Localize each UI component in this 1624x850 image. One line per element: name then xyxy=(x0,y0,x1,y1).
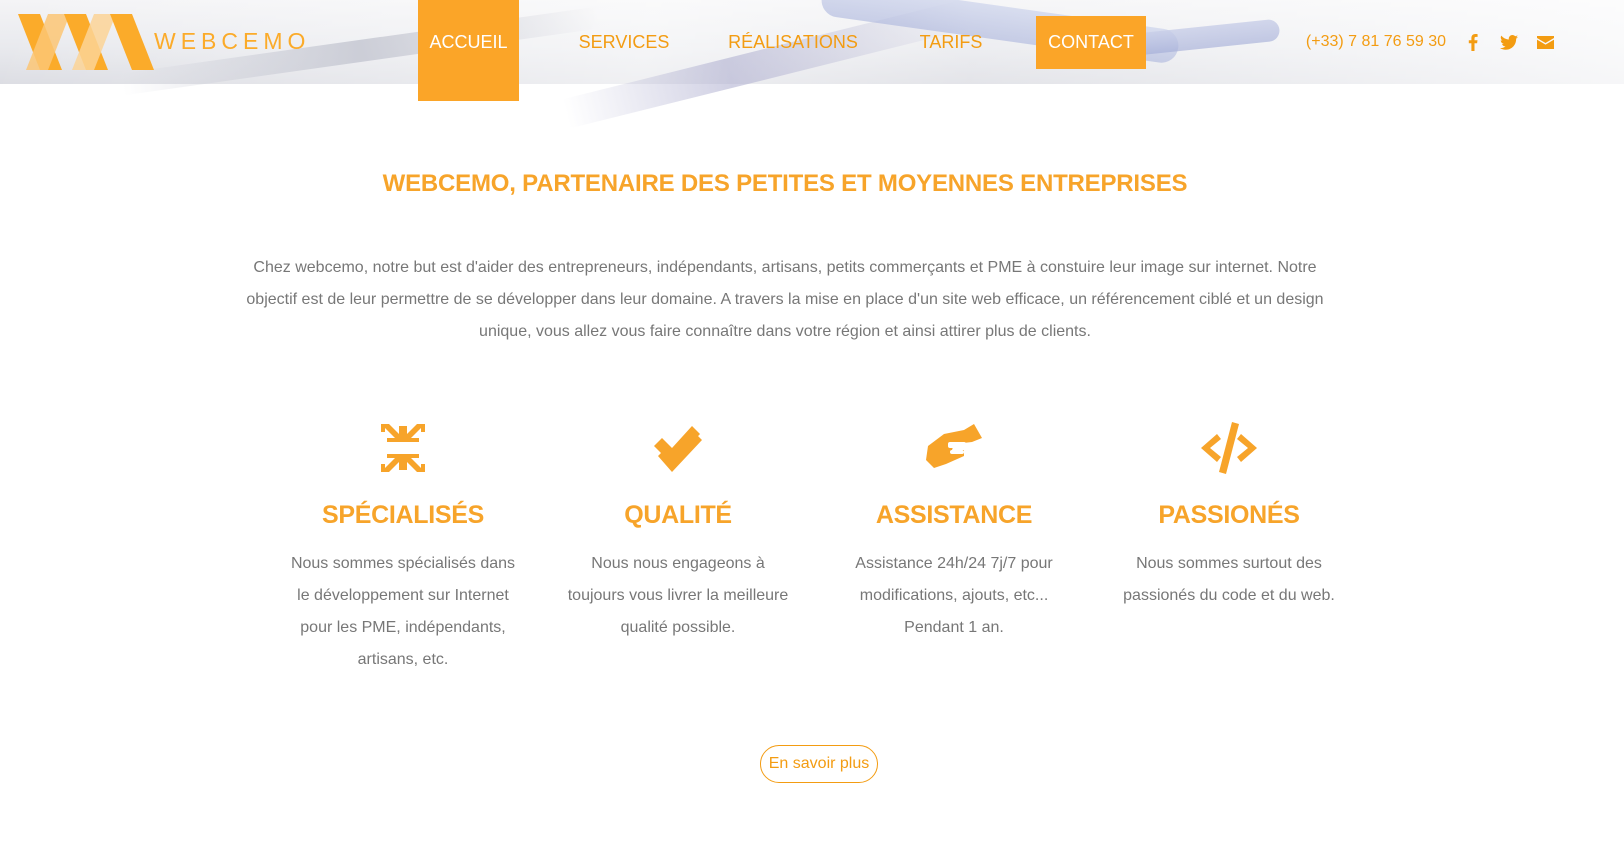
feature-title: ASSISTANCE xyxy=(875,501,1033,529)
header-contact-bar: (+33) 7 81 76 59 30 xyxy=(1306,0,1554,84)
double-check-icon xyxy=(654,426,702,472)
feature-specialises: SPÉCIALISÉS Nous sommes spécialisés dans… xyxy=(288,420,518,676)
site-header: WEBCEMO ACCUEIL SERVICES RÉALISATIONS TA… xyxy=(0,0,1624,129)
feature-assistance: ASSISTANCE Assistance 24h/24 7j/7 pour m… xyxy=(839,420,1069,644)
handshake-icon xyxy=(926,424,982,468)
intro-paragraph: Chez webcemo, notre but est d'aider des … xyxy=(246,259,1324,340)
feature-passiones: PASSIONÉS Nous sommes surtout des passio… xyxy=(1114,420,1344,612)
nav-accueil[interactable]: ACCUEIL xyxy=(418,0,519,101)
feature-qualite: QUALITÉ Nous nous engageons à toujours v… xyxy=(563,420,793,644)
feature-title: PASSIONÉS xyxy=(1158,501,1300,529)
feature-title: QUALITÉ xyxy=(624,501,732,529)
feature-description: Nous nous engageons à toujours vous livr… xyxy=(567,555,789,636)
feature-description: Nous sommes spécialisés dans le développ… xyxy=(290,555,516,668)
nav-realisations[interactable]: RÉALISATIONS xyxy=(718,0,868,84)
feature-description: Assistance 24h/24 7j/7 pour modification… xyxy=(855,555,1053,636)
nav-services[interactable]: SERVICES xyxy=(560,0,688,84)
compress-arrows-icon xyxy=(381,424,425,472)
logo-mark-icon xyxy=(18,14,154,70)
code-icon xyxy=(1201,422,1257,474)
feature-title: SPÉCIALISÉS xyxy=(321,501,485,529)
facebook-icon[interactable] xyxy=(1464,33,1482,51)
phone-number[interactable]: (+33) 7 81 76 59 30 xyxy=(1306,33,1446,51)
nav-tarifs[interactable]: TARIFS xyxy=(900,0,1002,84)
twitter-icon[interactable] xyxy=(1500,33,1518,51)
feature-description: Nous sommes surtout des passionés du cod… xyxy=(1123,555,1335,604)
nav-contact[interactable]: CONTACT xyxy=(1036,16,1146,69)
logo-text: WEBCEMO xyxy=(154,28,311,54)
site-logo[interactable]: WEBCEMO xyxy=(18,10,305,74)
envelope-icon[interactable] xyxy=(1536,33,1554,51)
more-info-button[interactable]: En savoir plus xyxy=(760,745,878,783)
page-title: WEBCEMO, PARTENAIRE DES PETITES ET MOYEN… xyxy=(382,170,1188,197)
